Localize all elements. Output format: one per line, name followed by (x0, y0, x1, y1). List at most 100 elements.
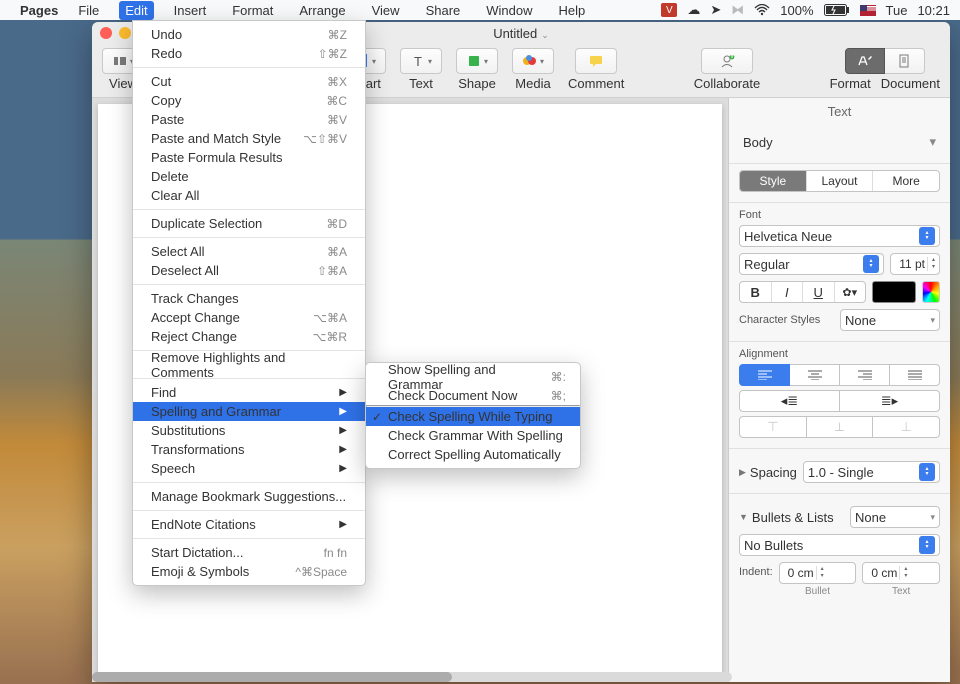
chevron-down-icon: ▾ (930, 512, 935, 523)
menu-item[interactable]: Spelling and Grammar▶ (133, 402, 365, 421)
align-right-button[interactable] (840, 364, 890, 386)
horizontal-scrollbar[interactable] (92, 672, 732, 682)
inspector-tabs: StyleLayoutMore (739, 170, 940, 192)
font-label: Font (739, 209, 940, 221)
menu-item[interactable]: Find▶ (133, 383, 365, 402)
text-advanced-button[interactable]: ✿▾ (835, 282, 866, 302)
font-family-select[interactable]: Helvetica Neue▴▾ (739, 225, 940, 247)
cloud-icon[interactable]: ☁︎ (687, 2, 700, 18)
toolbar-format[interactable] (845, 48, 885, 74)
font-style-select[interactable]: Regular▴▾ (739, 253, 884, 275)
menu-item[interactable]: Paste⌘V (133, 110, 365, 129)
menu-window[interactable]: Window (480, 1, 538, 20)
toolbar-shape[interactable]: ▾ Shape (456, 48, 498, 91)
bluetooth-icon[interactable]: ⧓ (731, 2, 744, 18)
valign-bottom-button[interactable]: ⊥ (873, 416, 940, 438)
svg-text:T: T (414, 54, 422, 69)
chevron-down-icon: ⌄ (541, 30, 549, 40)
bullets-style-select[interactable]: No Bullets▴▾ (739, 534, 940, 556)
menu-item: Cut⌘X (133, 72, 365, 91)
indent-label: Indent: (739, 566, 773, 578)
menu-item: Accept Change⌥⌘A (133, 308, 365, 327)
menu-item: Undo⌘Z (133, 25, 365, 44)
clock-time[interactable]: 10:21 (917, 3, 950, 18)
menu-item[interactable]: Transformations▶ (133, 440, 365, 459)
wifi-icon[interactable] (754, 4, 770, 16)
alignment-label: Alignment (739, 348, 940, 360)
menu-arrange[interactable]: Arrange (293, 1, 351, 20)
menu-share[interactable]: Share (420, 1, 467, 20)
vpn-icon[interactable]: V (661, 3, 677, 17)
menu-item[interactable]: Start Dictation...fn fn (133, 543, 365, 562)
menu-insert[interactable]: Insert (168, 1, 213, 20)
menu-help[interactable]: Help (553, 1, 592, 20)
menu-item[interactable]: Manage Bookmark Suggestions... (133, 487, 365, 506)
char-styles-select[interactable]: None▾ (840, 309, 940, 331)
indent-text-label: Text (862, 586, 940, 597)
inspector-tab-style[interactable]: Style (740, 171, 807, 191)
bold-button[interactable]: B (740, 282, 772, 302)
submenu-item[interactable]: Show Spelling and Grammar⌘: (366, 367, 580, 386)
submenu-item[interactable]: Check Grammar With Spelling (366, 426, 580, 445)
inspector-title: Text (729, 98, 950, 125)
toolbar-collaborate[interactable]: + Collaborate (694, 48, 761, 91)
align-justify-button[interactable] (890, 364, 940, 386)
bullets-disclosure[interactable]: ▼Bullets & Lists (739, 510, 834, 525)
menu-item: Reject Change⌥⌘R (133, 327, 365, 346)
menu-item[interactable]: Paste and Match Style⌥⇧⌘V (133, 129, 365, 148)
valign-middle-button[interactable]: ⟂ (807, 416, 874, 438)
menu-item[interactable]: Emoji & Symbols^⌘Space (133, 562, 365, 581)
format-inspector: Text Body ▾ StyleLayoutMore Font Helveti… (728, 98, 950, 682)
menu-item: Delete (133, 167, 365, 186)
battery-icon[interactable] (824, 4, 850, 16)
close-window-button[interactable] (100, 27, 112, 39)
text-color-swatch[interactable] (872, 281, 916, 303)
align-left-button[interactable] (739, 364, 790, 386)
menu-item: Copy⌘C (133, 91, 365, 110)
submenu-item[interactable]: Check Document Now⌘; (366, 386, 580, 405)
color-picker-button[interactable] (922, 281, 940, 303)
menu-item[interactable]: Deselect All⇧⌘A (133, 261, 365, 280)
italic-button[interactable]: I (772, 282, 804, 302)
valign-top-button[interactable]: ⊤ (739, 416, 807, 438)
underline-button[interactable]: U (803, 282, 835, 302)
menu-item: Redo⇧⌘Z (133, 44, 365, 63)
menu-item[interactable]: Speech▶ (133, 459, 365, 478)
toolbar-format-document: FormatDocument (830, 48, 940, 91)
menu-file[interactable]: File (72, 1, 105, 20)
submenu-item[interactable]: ✓Check Spelling While Typing (366, 407, 580, 426)
minimize-window-button[interactable] (119, 27, 131, 39)
clock-day[interactable]: Tue (886, 3, 908, 18)
scrollbar-thumb[interactable] (92, 672, 452, 682)
app-name[interactable]: Pages (20, 3, 58, 18)
submenu-item[interactable]: Correct Spelling Automatically (366, 445, 580, 464)
toolbar-media[interactable]: ▾ Media (512, 48, 554, 91)
indent-bullet-field[interactable]: ▴▾ (779, 562, 857, 584)
inspector-tab-more[interactable]: More (873, 171, 939, 191)
menu-item: Clear All (133, 186, 365, 205)
inspector-tab-layout[interactable]: Layout (807, 171, 874, 191)
indent-text-field[interactable]: ▴▾ (862, 562, 940, 584)
toolbar-document[interactable] (885, 48, 925, 74)
stepper-icon[interactable]: ▴▾ (927, 257, 939, 271)
chevron-down-icon: ▾ (929, 134, 936, 150)
toolbar-text[interactable]: T▾ Text (400, 48, 442, 91)
menu-format[interactable]: Format (226, 1, 279, 20)
sync-icon[interactable]: ➤ (710, 2, 721, 18)
toolbar-comment[interactable]: Comment (568, 48, 624, 91)
align-center-button[interactable] (790, 364, 840, 386)
menu-item[interactable]: Track Changes (133, 289, 365, 308)
spacing-select[interactable]: 1.0 - Single▴▾ (803, 461, 940, 483)
menu-item[interactable]: Substitutions▶ (133, 421, 365, 440)
paragraph-style-select[interactable]: Body ▾ (739, 131, 940, 153)
menubar: Pages File Edit Insert Format Arrange View Sha… (0, 0, 960, 20)
bullets-list-select[interactable]: None▾ (850, 506, 940, 528)
menu-edit[interactable]: Edit (119, 1, 153, 20)
input-source-flag-icon[interactable] (860, 5, 876, 16)
font-size-field[interactable]: ▴▾ (890, 253, 940, 275)
menu-view[interactable]: View (366, 1, 406, 20)
indent-button[interactable]: ≣▸ (840, 390, 940, 412)
edit-menu-dropdown: Undo⌘ZRedo⇧⌘Z Cut⌘XCopy⌘CPaste⌘VPaste and… (132, 20, 366, 586)
outdent-button[interactable]: ◂≣ (739, 390, 840, 412)
spacing-disclosure[interactable]: ▶Spacing (739, 465, 797, 480)
